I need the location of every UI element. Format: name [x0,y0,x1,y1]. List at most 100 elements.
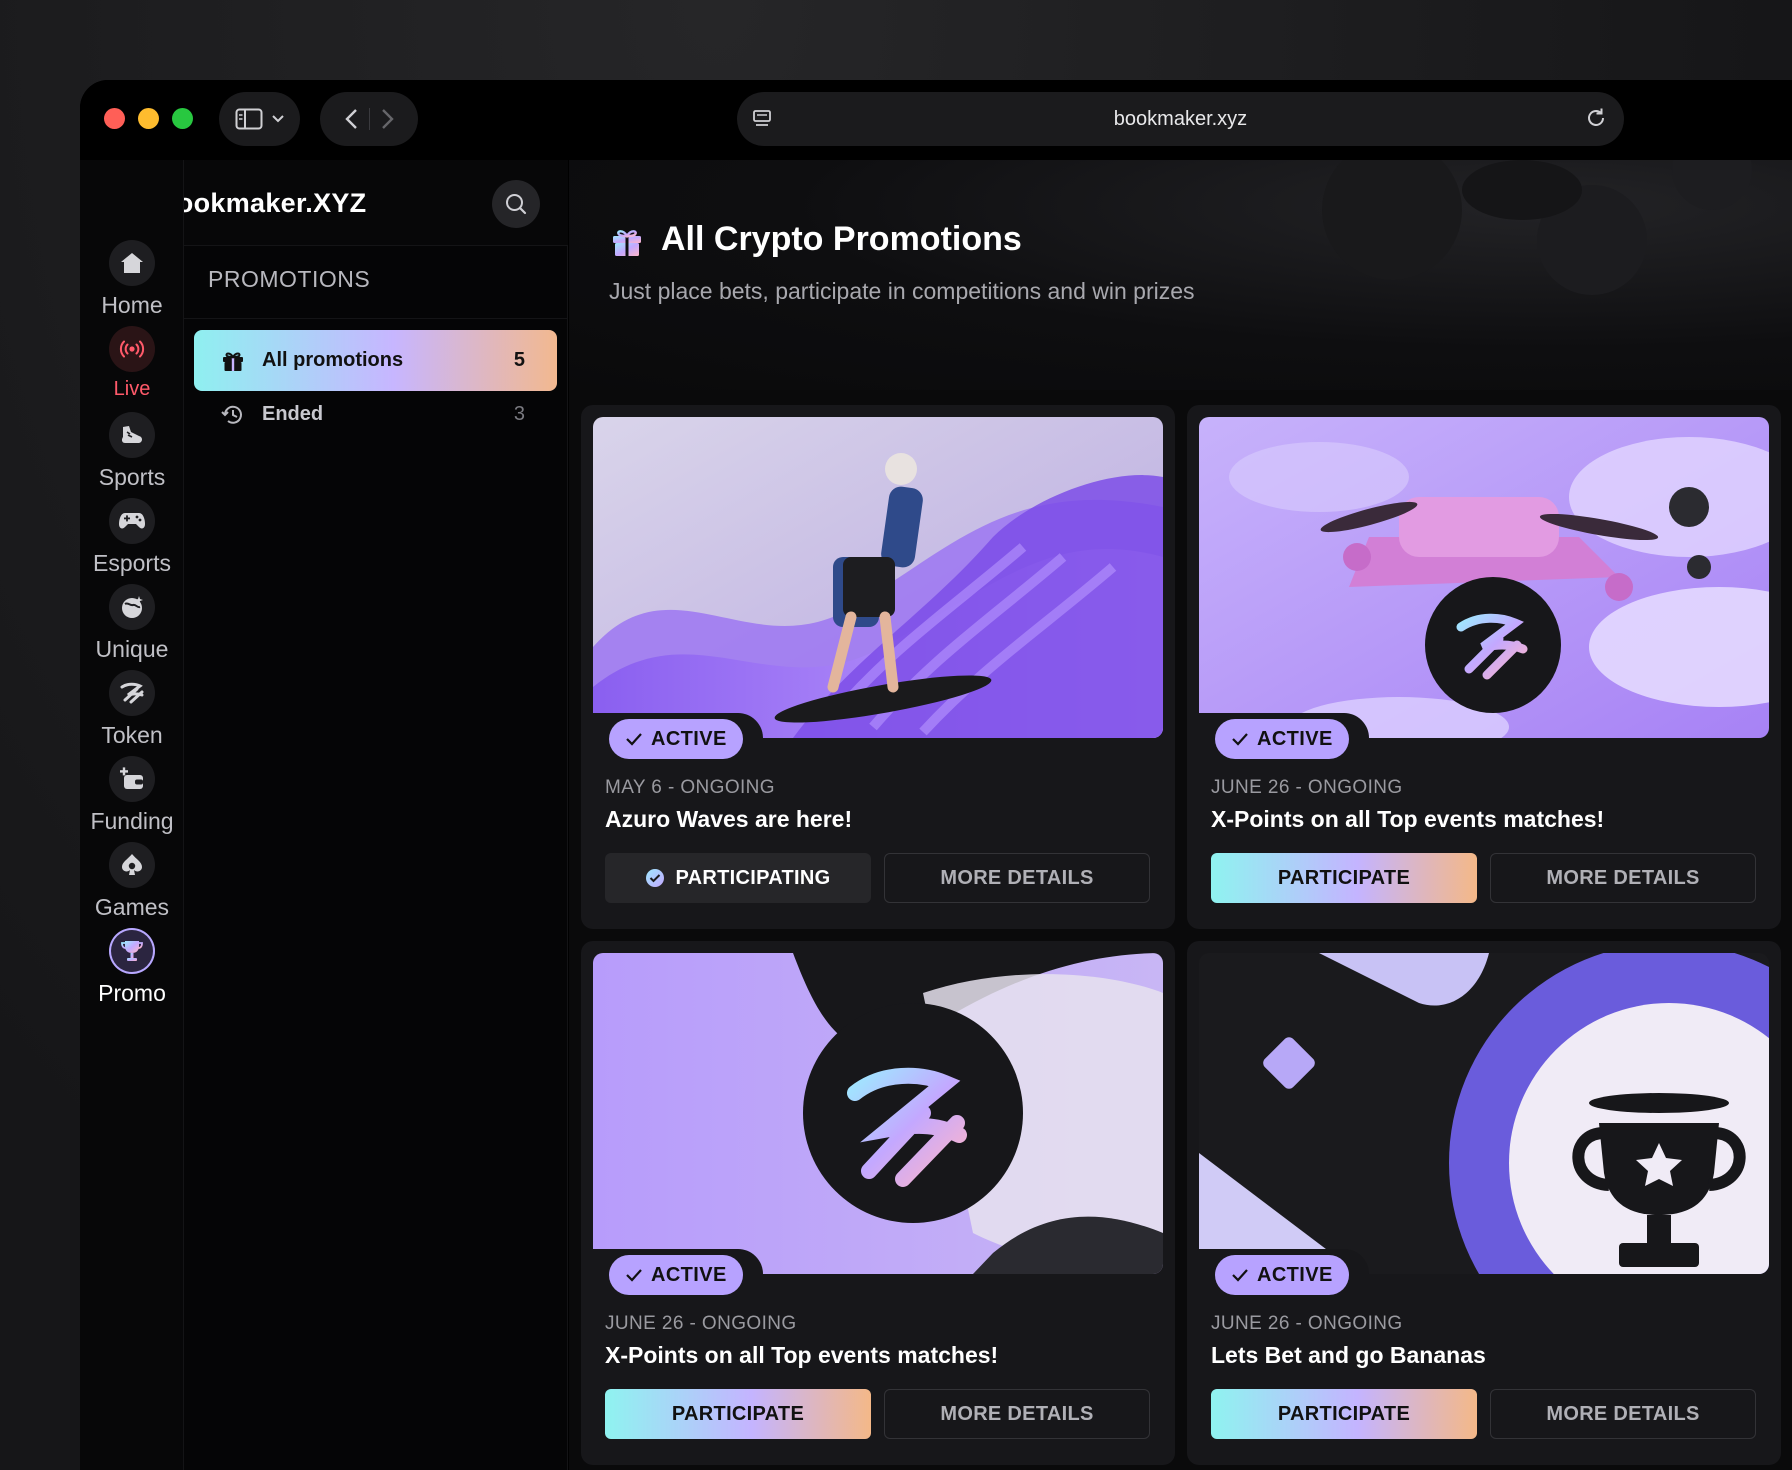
subnav-item-all-promotions[interactable]: All promotions 5 [194,330,557,391]
hero-decoration-icon [1322,160,1752,295]
promo-date: JUNE 26 - ONGOING [605,1313,797,1334]
address-bar[interactable]: bookmaker.xyz [737,92,1624,146]
gift-icon [613,230,641,256]
rail-label: Live [113,378,151,400]
token-illustration-icon [593,953,1163,1274]
token-logo-icon [120,682,144,704]
sports-icon-wrap [109,412,155,458]
live-broadcast-icon [119,340,145,358]
page-subtitle: Just place bets, participate in competit… [609,278,1195,304]
trophy-illustration-icon [1199,953,1769,1274]
unique-icon-wrap [109,584,155,630]
subnav-item-label: Ended [262,403,324,425]
rail-item-unique[interactable]: Unique [80,584,184,663]
page-title: All Crypto Promotions [661,220,1022,258]
promo-image-drone[interactable] [1199,417,1769,738]
url-text: bookmaker.xyz [1113,108,1248,130]
promo-image-token[interactable] [593,953,1163,1274]
search-button[interactable] [492,180,540,228]
gift-icon [223,352,243,371]
participate-button[interactable]: PARTICIPATE [605,1389,871,1439]
back-arrow-icon[interactable] [341,107,363,131]
search-icon [506,194,527,215]
sidebar-toggle-button[interactable] [219,92,300,146]
brand-name[interactable]: bookmaker.XYZ [160,188,366,219]
promo-title[interactable]: Azuro Waves are here! [605,806,852,833]
status-badge-pill: ACTIVE [609,1255,743,1295]
main-content: All Crypto Promotions Just place bets, p… [569,160,1792,1470]
rail-item-sports[interactable]: Sports [80,412,184,491]
wallet-plus-icon [120,767,143,789]
unique-globe-icon [122,596,143,618]
rail-label: Sports [98,464,166,490]
trophy-icon [121,941,143,961]
history-nav [320,92,418,146]
rail-item-token[interactable]: Token [80,670,184,749]
promo-icon-wrap [109,928,155,974]
promo-image-trophy[interactable] [1199,953,1769,1274]
status-badge-label: ACTIVE [1257,727,1333,750]
more-details-button[interactable]: MORE DETAILS [1490,853,1756,903]
check-icon [626,733,642,746]
participating-label: PARTICIPATING [675,866,831,889]
participating-button[interactable]: PARTICIPATING [605,853,871,903]
subnav-item-label: All promotions [262,349,404,371]
promo-title[interactable]: X-Points on all Top events matches! [605,1342,998,1369]
nav-separator [368,108,370,130]
promo-card: ACTIVE JUNE 26 - ONGOING Lets Bet and go… [1187,941,1781,1465]
promo-card: ACTIVE MAY 6 - ONGOING Azuro Waves are h… [581,405,1175,929]
more-details-button[interactable]: MORE DETAILS [884,853,1150,903]
rail-item-promo[interactable]: Promo [80,928,184,1007]
subnav-title: PROMOTIONS [208,266,371,292]
funding-icon-wrap [109,756,155,802]
status-badge-label: ACTIVE [651,1263,727,1286]
more-details-button[interactable]: MORE DETAILS [1490,1389,1756,1439]
chevron-down-icon [271,115,284,123]
status-badge-label: ACTIVE [651,727,727,750]
status-badge: ACTIVE [593,1249,763,1299]
status-badge: ACTIVE [1199,713,1369,763]
games-icon-wrap [109,842,155,888]
reload-icon[interactable] [1584,106,1608,130]
close-window-button[interactable] [104,108,125,129]
status-badge-pill: ACTIVE [1215,1255,1349,1295]
rail-label: Promo [98,980,166,1006]
home-icon-wrap [109,240,155,286]
subnav-item-count: 3 [513,403,525,425]
rail-item-games[interactable]: Games [80,842,184,921]
rail-label: Games [94,894,170,920]
verified-check-icon [646,869,665,887]
spade-icon [122,854,142,875]
forward-arrow-icon[interactable] [376,107,398,131]
promo-image-surfer[interactable] [593,417,1163,738]
check-icon [1232,733,1248,746]
main-nav-rail: Home Live Sports Esports Unique Token Fu… [80,160,184,1470]
live-icon-wrap [109,326,155,372]
surfer-illustration-icon [593,417,1163,738]
subnav-item-ended[interactable]: Ended 3 [194,384,557,445]
check-icon [626,1269,642,1282]
maximize-window-button[interactable] [172,108,193,129]
rail-label: Unique [95,636,169,662]
participate-button[interactable]: PARTICIPATE [1211,1389,1477,1439]
promo-date: JUNE 26 - ONGOING [1211,1313,1403,1334]
status-badge-pill: ACTIVE [1215,719,1349,759]
promo-date: JUNE 26 - ONGOING [1211,777,1403,798]
promo-title[interactable]: X-Points on all Top events matches! [1211,806,1604,833]
promotions-subnav: PROMOTIONS All promotions 5 Ended 3 [184,246,568,1470]
sports-shoe-icon [121,426,142,443]
rail-item-esports[interactable]: Esports [80,498,184,577]
promo-date: MAY 6 - ONGOING [605,777,775,798]
promo-title[interactable]: Lets Bet and go Bananas [1211,1342,1486,1369]
participate-button[interactable]: PARTICIPATE [1211,853,1477,903]
esports-icon-wrap [109,498,155,544]
promo-card: ACTIVE JUNE 26 - ONGOING X-Points on all… [1187,405,1781,929]
more-details-button[interactable]: MORE DETAILS [884,1389,1150,1439]
rail-item-funding[interactable]: Funding [80,756,184,835]
check-icon [1232,1269,1248,1282]
rail-item-live[interactable]: Live [80,326,184,401]
minimize-window-button[interactable] [138,108,159,129]
browser-titlebar: bookmaker.xyz [80,80,1792,160]
rail-label: Token [101,722,163,748]
rail-item-home[interactable]: Home [80,240,184,319]
